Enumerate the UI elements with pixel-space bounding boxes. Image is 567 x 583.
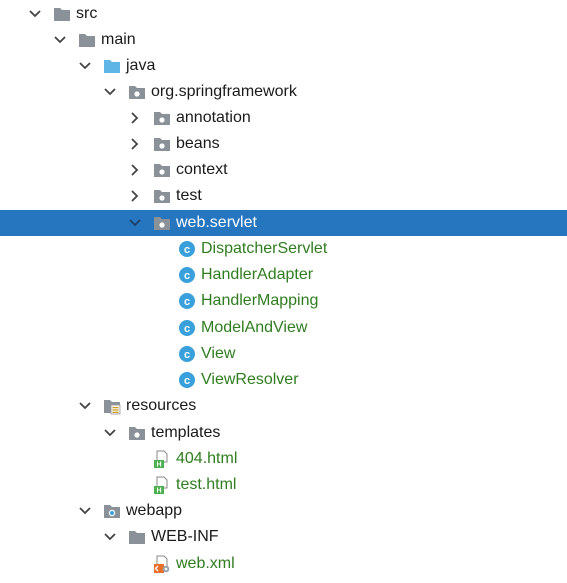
tree-node-class[interactable]: c DispatcherServlet <box>0 236 567 262</box>
package-icon <box>129 427 145 440</box>
svg-text:c: c <box>184 375 190 387</box>
tree-node-label: web.xml <box>176 555 235 572</box>
chevron-down-icon[interactable] <box>103 530 117 544</box>
chevron-down-icon[interactable] <box>103 426 117 440</box>
folder-icon <box>79 34 95 47</box>
tree-node-label: annotation <box>176 109 251 126</box>
tree-node-context[interactable]: context <box>0 157 567 183</box>
tree-node-label: java <box>126 57 156 74</box>
java-class-icon: c <box>179 346 195 362</box>
tree-node-label: DispatcherServlet <box>201 240 328 257</box>
html-file-icon: H <box>154 476 168 495</box>
chevron-right-icon[interactable] <box>128 137 142 151</box>
java-class-icon: c <box>179 320 195 336</box>
package-icon <box>154 138 170 151</box>
tree-node-label: ModelAndView <box>201 319 308 336</box>
svg-text:c: c <box>184 296 190 308</box>
package-icon <box>154 112 170 125</box>
chevron-right-icon[interactable] <box>128 111 142 125</box>
chevron-down-icon[interactable] <box>128 216 142 230</box>
tree-node-resources[interactable]: resources <box>0 393 567 419</box>
tree-node-webapp[interactable]: webapp <box>0 498 567 524</box>
tree-node-html-file[interactable]: H test.html <box>0 472 567 498</box>
package-icon <box>154 164 170 177</box>
chevron-right-icon[interactable] <box>128 189 142 203</box>
java-class-icon: c <box>179 372 195 388</box>
chevron-down-icon[interactable] <box>78 504 92 518</box>
xml-file-icon <box>154 555 170 573</box>
tree-node-annotation[interactable]: annotation <box>0 105 567 131</box>
chevron-down-icon[interactable] <box>103 85 117 99</box>
package-icon <box>154 217 170 230</box>
tree-node-label: src <box>76 5 98 22</box>
tree-node-label: webapp <box>126 502 183 519</box>
svg-text:c: c <box>184 323 190 335</box>
chevron-down-icon[interactable] <box>28 7 42 21</box>
html-file-icon: H <box>154 450 168 469</box>
tree-node-main[interactable]: main <box>0 27 567 53</box>
tree-node-test[interactable]: test <box>0 183 567 209</box>
java-class-icon: c <box>179 267 195 283</box>
tree-node-beans[interactable]: beans <box>0 131 567 157</box>
svg-text:c: c <box>184 244 190 256</box>
tree-node-src[interactable]: src <box>0 1 567 27</box>
svg-text:H: H <box>156 488 161 495</box>
tree-node-label: context <box>176 161 228 178</box>
chevron-down-icon[interactable] <box>53 33 67 47</box>
tree-node-class[interactable]: c ModelAndView <box>0 315 567 341</box>
tree-node-templates[interactable]: templates <box>0 420 567 446</box>
tree-node-class[interactable]: c HandlerAdapter <box>0 262 567 288</box>
svg-text:H: H <box>156 462 161 469</box>
tree-node-label: View <box>201 345 236 362</box>
tree-node-label: HandlerMapping <box>201 292 319 309</box>
tree-node-label: main <box>101 31 136 48</box>
package-icon <box>154 190 170 203</box>
tree-node-java[interactable]: java <box>0 53 567 79</box>
tree-node-html-file[interactable]: H 404.html <box>0 446 567 472</box>
tree-node-class[interactable]: c HandlerMapping <box>0 288 567 314</box>
tree-node-org-springframework[interactable]: org.springframework <box>0 79 567 105</box>
tree-node-label: web.servlet <box>176 214 257 231</box>
chevron-down-icon[interactable] <box>78 59 92 73</box>
tree-node-label: beans <box>176 135 220 152</box>
folder-icon <box>54 8 70 21</box>
tree-node-label: templates <box>151 424 221 441</box>
package-icon <box>129 86 145 99</box>
tree-node-class[interactable]: c View <box>0 341 567 367</box>
java-class-icon: c <box>179 241 195 257</box>
svg-text:c: c <box>184 349 190 361</box>
java-class-icon: c <box>179 293 195 309</box>
tree-node-label: org.springframework <box>151 83 297 100</box>
tree-node-label: 404.html <box>176 450 238 467</box>
svg-text:c: c <box>184 270 190 282</box>
resources-folder-icon <box>104 400 121 415</box>
tree-node-label: HandlerAdapter <box>201 266 314 283</box>
tree-node-label: test <box>176 187 202 204</box>
project-tree: src main java org.springframework annota… <box>0 0 567 583</box>
tree-node-label: test.html <box>176 476 237 493</box>
web-folder-icon <box>104 505 120 518</box>
chevron-down-icon[interactable] <box>78 399 92 413</box>
tree-node-label: ViewResolver <box>201 371 299 388</box>
source-folder-icon <box>104 60 120 73</box>
tree-node-label: WEB-INF <box>151 528 219 545</box>
tree-node-web-inf[interactable]: WEB-INF <box>0 524 567 550</box>
tree-node-class[interactable]: c ViewResolver <box>0 367 567 393</box>
tree-node-label: resources <box>126 397 197 414</box>
tree-node-xml-file[interactable]: web.xml <box>0 551 567 577</box>
chevron-right-icon[interactable] <box>128 163 142 177</box>
folder-icon <box>129 531 145 544</box>
tree-node-web-servlet[interactable]: web.servlet <box>0 210 567 236</box>
